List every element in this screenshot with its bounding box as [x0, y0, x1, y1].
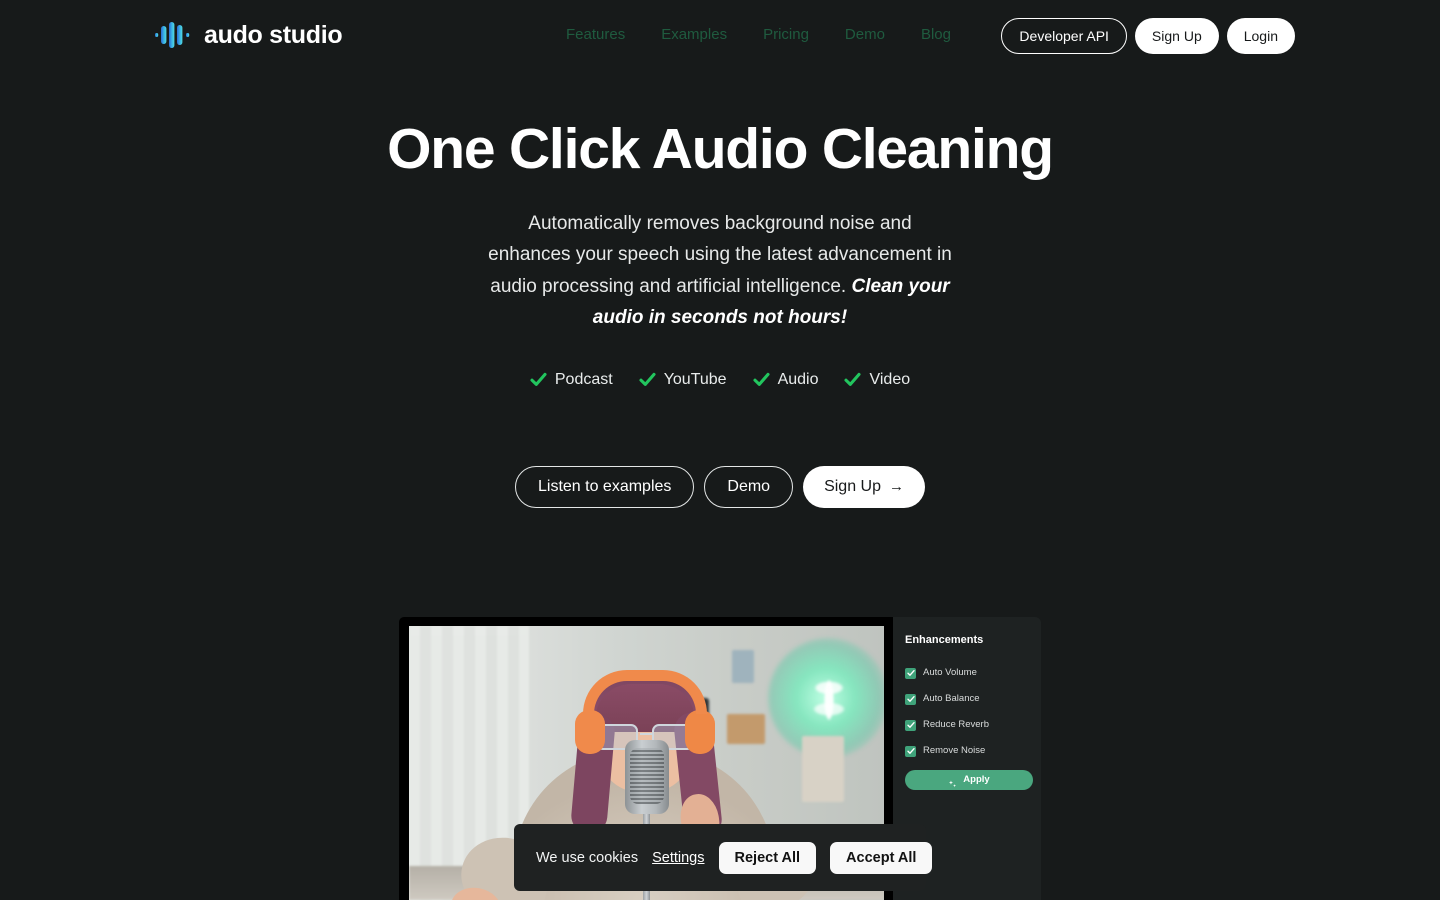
sparkle-icon [948, 776, 957, 787]
hero-sign-up-button[interactable]: Sign Up → [803, 465, 925, 508]
checkbox-checked-icon[interactable] [905, 667, 916, 679]
enhancement-label: Auto Balance [923, 693, 980, 704]
check-label: Video [869, 370, 911, 388]
hero-subtitle: Automatically removes background noise a… [485, 208, 955, 334]
sign-up-button[interactable]: Sign Up [1134, 18, 1219, 54]
demo-button[interactable]: Demo [704, 465, 794, 508]
checkbox-checked-icon[interactable] [905, 693, 916, 705]
apply-button[interactable]: Apply [905, 770, 1033, 790]
check-icon [753, 371, 770, 388]
brand-name: audo studio [204, 20, 343, 49]
cta-row: Listen to examples Demo Sign Up → [0, 465, 1440, 508]
enhancement-auto-balance[interactable]: Auto Balance [905, 692, 1027, 706]
wall-frame [802, 736, 844, 802]
apply-label: Apply [963, 774, 990, 785]
cookie-settings-link[interactable]: Settings [652, 848, 704, 868]
headphone-cup-left [575, 710, 605, 754]
nav-item-examples[interactable]: Examples [643, 22, 745, 48]
check-icon [844, 371, 862, 388]
microphone-grill [630, 748, 664, 804]
waveform-icon [155, 22, 193, 48]
check-label: Audio [777, 370, 819, 388]
headphone-band [583, 670, 707, 714]
checkbox-checked-icon[interactable] [905, 745, 916, 757]
header-actions: Developer API Sign Up Login [1001, 18, 1295, 54]
page-title: One Click Audio Cleaning [387, 117, 1054, 181]
site-header: audo studio Features Examples Pricing De… [0, 0, 1440, 70]
nav-item-blog[interactable]: Blog [903, 22, 969, 48]
headphone-cup-right [685, 710, 715, 754]
listen-to-examples-button[interactable]: Listen to examples [514, 465, 695, 508]
checkbox-checked-icon[interactable] [905, 719, 916, 731]
enhancements-title: Enhancements [905, 634, 984, 646]
accept-all-button[interactable]: Accept All [830, 841, 933, 874]
brand-logo[interactable]: audo studio [155, 17, 343, 53]
developer-api-button[interactable]: Developer API [1001, 18, 1127, 54]
nav-item-features[interactable]: Features [548, 22, 643, 48]
enhancement-reduce-reverb[interactable]: Reduce Reverb [905, 718, 1027, 732]
glasses-bridge [640, 733, 652, 735]
cookie-message: We use cookies [536, 849, 639, 866]
enhancement-label: Remove Noise [923, 745, 986, 756]
landing-page: audo studio Features Examples Pricing De… [0, 0, 1440, 900]
enhancement-label: Reduce Reverb [923, 719, 990, 730]
check-icon [639, 371, 656, 388]
enhancement-label: Auto Volume [923, 667, 977, 678]
check-item-audio: Audio [753, 370, 819, 390]
nav-item-pricing[interactable]: Pricing [745, 22, 827, 48]
check-item-video: Video [844, 370, 910, 390]
check-label: YouTube [663, 370, 727, 388]
feature-check-list: Podcast YouTube Audio Video [0, 370, 1440, 390]
enhancement-remove-noise[interactable]: Remove Noise [905, 744, 1027, 758]
reject-all-button[interactable]: Reject All [718, 841, 817, 874]
main-navigation: Features Examples Pricing Demo Blog [548, 22, 969, 48]
nav-item-demo[interactable]: Demo [827, 22, 903, 48]
hero-section: One Click Audio Cleaning Automatically r… [0, 117, 1440, 508]
neon-leaf-sign-icon [796, 662, 862, 738]
login-button[interactable]: Login [1226, 18, 1295, 54]
arrow-right-icon: → [889, 478, 904, 496]
check-label: Podcast [554, 370, 613, 388]
check-icon [530, 371, 547, 388]
cookie-consent-banner: We use cookies Settings Reject All Accep… [514, 824, 933, 891]
check-item-podcast: Podcast [530, 370, 613, 390]
enhancement-auto-volume[interactable]: Auto Volume [905, 666, 1027, 680]
check-item-youtube: YouTube [639, 370, 727, 390]
hero-sign-up-label: Sign Up [824, 477, 881, 495]
